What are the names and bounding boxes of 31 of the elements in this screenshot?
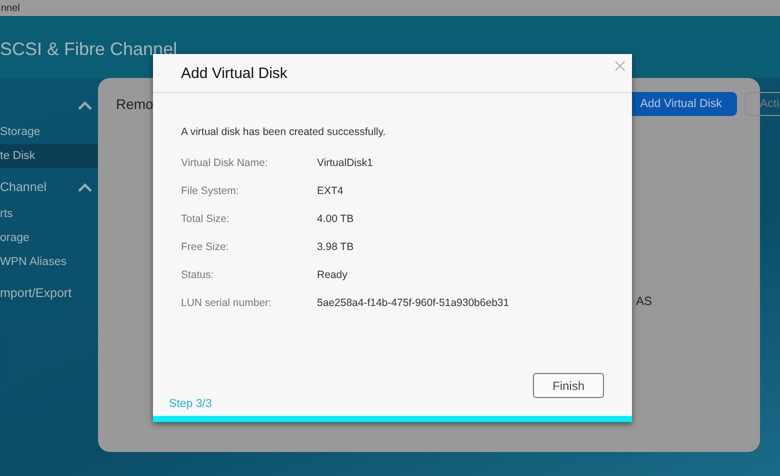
field-value: EXT4 (317, 185, 344, 197)
section-title[interactable]: Channel (0, 180, 47, 194)
dialog-title: Add Virtual Disk (181, 64, 288, 82)
field-value: 5ae258a4-f14b-475f-960f-51a930b6eb31 (317, 297, 510, 309)
finish-button[interactable]: Finish (533, 373, 604, 398)
chevron-up-icon[interactable] (78, 182, 92, 192)
field-value: 3.98 TB (317, 241, 354, 253)
field-value: VirtualDisk1 (317, 157, 373, 169)
sidebar-item[interactable]: rts (0, 202, 98, 226)
sidebar-item[interactable]: te Disk (0, 144, 98, 168)
field-label: Virtual Disk Name: (181, 157, 269, 169)
success-message: A virtual disk has been created successfully. (181, 126, 387, 138)
step-indicator: Step 3/3 (169, 398, 212, 410)
sidebar-item[interactable]: WPN Aliases (0, 250, 98, 274)
field-label: File System: (181, 185, 240, 197)
panel-text: AS (636, 294, 652, 308)
field-label: Free Size: (181, 241, 230, 253)
field-label: Total Size: (181, 213, 230, 225)
panel-title: Remo (116, 96, 154, 112)
field-label: Status: (181, 269, 215, 281)
close-icon[interactable] (615, 61, 625, 71)
field-label: LUN serial number: (181, 297, 272, 309)
field-value: Ready (317, 269, 348, 281)
window-title: nnel (0, 2, 20, 14)
sidebar-item[interactable]: orage (0, 226, 98, 250)
chevron-up-icon[interactable] (78, 100, 92, 110)
toolbar-button[interactable]: Acti (744, 92, 780, 116)
sidebar-item[interactable]: Storage (0, 120, 98, 144)
field-value: 4.00 TB (317, 213, 354, 225)
app-title: SCSI & Fibre Channel (0, 39, 178, 60)
section-title[interactable]: mport/Export (0, 286, 72, 300)
